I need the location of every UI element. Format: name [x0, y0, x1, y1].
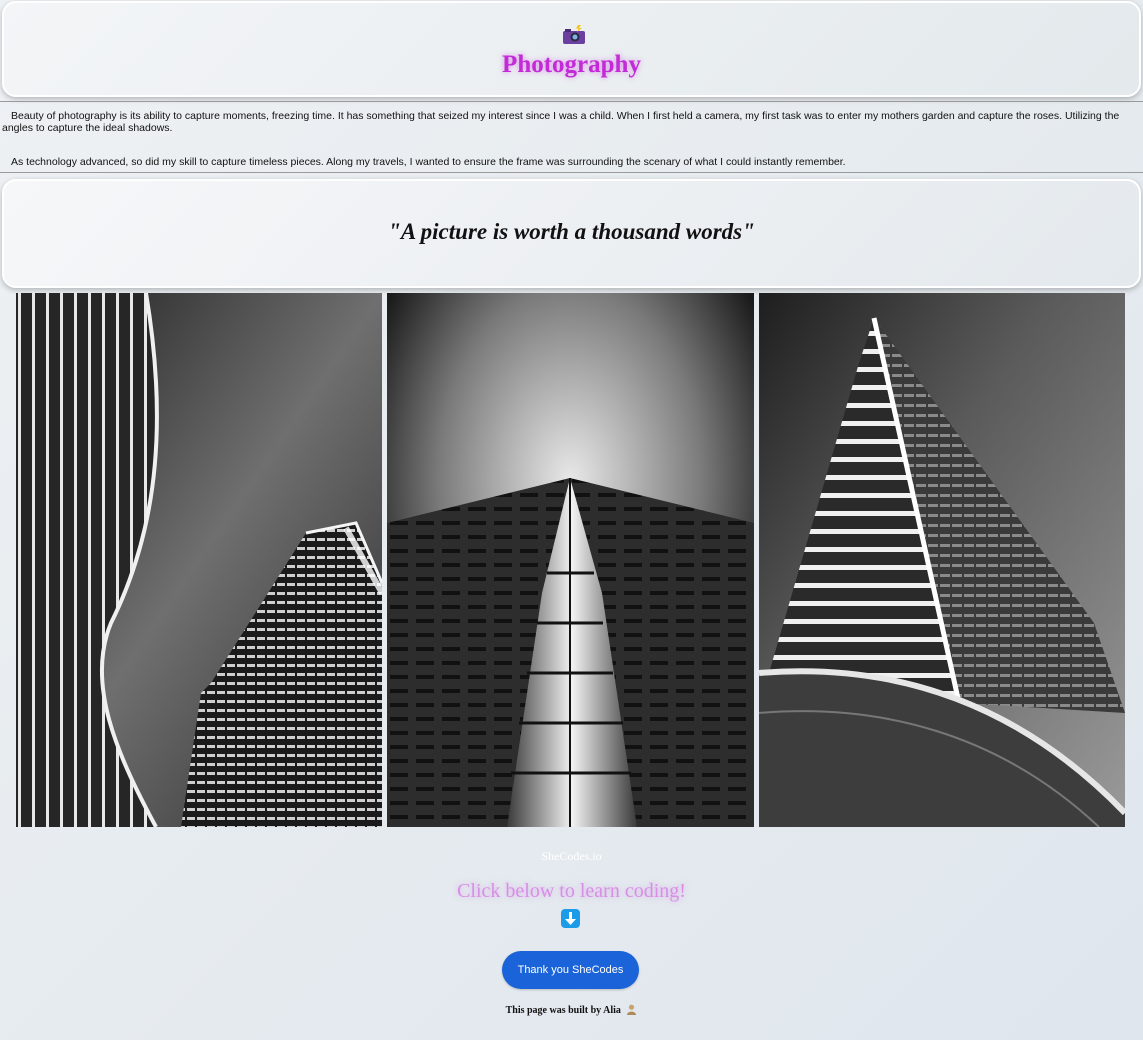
thank-you-shecodes-button[interactable]: Thank you SheCodes — [502, 951, 639, 989]
page-title: Photography — [502, 51, 641, 78]
down-arrow-icon — [561, 909, 580, 928]
tower-upward-view-photo — [387, 293, 754, 827]
credit-text: This page was built by Alia — [505, 1005, 621, 1016]
camera-with-flash-icon — [562, 25, 586, 45]
cta-text: Click below to learn coding! — [457, 880, 686, 902]
triangular-tower-photo — [759, 293, 1125, 827]
quote-text: "A picture is worth a thousand words" — [388, 219, 755, 244]
person-icon — [626, 1004, 637, 1015]
header-card: Photography — [2, 1, 1141, 97]
credit-line: This page was built by Alia — [0, 1004, 1143, 1016]
curved-skyscrapers-photo — [16, 293, 382, 827]
quote-card: "A picture is worth a thousand words" — [2, 179, 1141, 288]
shecodes-link[interactable]: SheCodes.io — [0, 849, 1143, 864]
intro-paragraph-1: Beauty of photography is its ability to … — [2, 110, 1120, 134]
intro-paragraph-2: As technology advanced, so did my skill … — [11, 156, 846, 168]
intro-section: Beauty of photography is its ability to … — [0, 101, 1143, 173]
